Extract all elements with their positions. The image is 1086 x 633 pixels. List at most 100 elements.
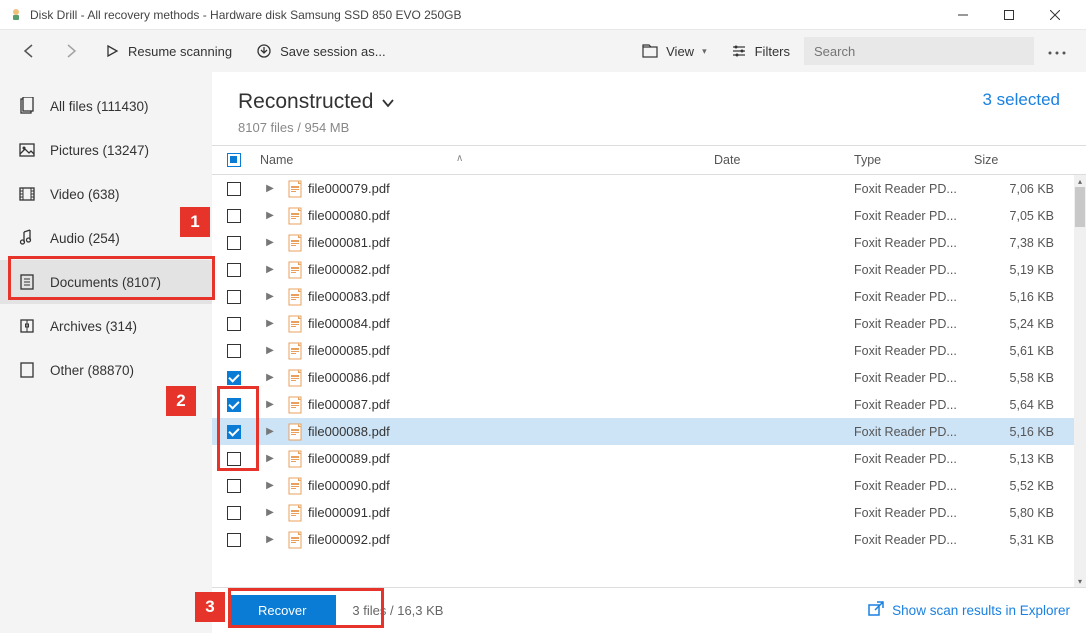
table-row[interactable]: ▶file000087.pdfFoxit Reader PD...5,64 KB [212, 391, 1086, 418]
row-checkbox[interactable] [227, 344, 241, 358]
toolbar: Resume scanning Save session as... View … [0, 30, 1086, 72]
column-type[interactable]: Type [854, 153, 974, 167]
file-size: 5,16 KB [974, 425, 1074, 439]
file-size: 5,61 KB [974, 344, 1074, 358]
scroll-thumb[interactable] [1075, 187, 1085, 227]
more-button[interactable] [1038, 36, 1076, 66]
table-row[interactable]: ▶file000080.pdfFoxit Reader PD...7,05 KB [212, 202, 1086, 229]
row-checkbox[interactable] [227, 425, 241, 439]
file-size: 7,06 KB [974, 182, 1074, 196]
row-checkbox[interactable] [227, 317, 241, 331]
select-all-checkbox[interactable] [227, 153, 241, 167]
search-input[interactable] [804, 37, 1034, 65]
recover-button[interactable]: Recover [228, 595, 336, 626]
scroll-up-icon[interactable]: ▴ [1074, 175, 1086, 187]
file-name: file000084.pdf [308, 316, 714, 331]
row-checkbox[interactable] [227, 209, 241, 223]
pdf-icon [284, 531, 308, 549]
sidebar-item-label: Audio (254) [50, 231, 120, 246]
category-subtitle: 8107 files / 954 MB [238, 120, 983, 135]
expand-icon[interactable]: ▶ [256, 291, 284, 302]
expand-icon[interactable]: ▶ [256, 345, 284, 356]
row-checkbox[interactable] [227, 452, 241, 466]
maximize-button[interactable] [986, 0, 1032, 30]
window-title: Disk Drill - All recovery methods - Hard… [30, 8, 940, 22]
table-row[interactable]: ▶file000086.pdfFoxit Reader PD...5,58 KB [212, 364, 1086, 391]
category-dropdown[interactable]: Reconstructed [238, 90, 983, 114]
table-row[interactable]: ▶file000085.pdfFoxit Reader PD...5,61 KB [212, 337, 1086, 364]
table-row[interactable]: ▶file000090.pdfFoxit Reader PD...5,52 KB [212, 472, 1086, 499]
category-title: Reconstructed [238, 90, 373, 114]
expand-icon[interactable]: ▶ [256, 372, 284, 383]
sidebar-item-label: Video (638) [50, 187, 120, 202]
expand-icon[interactable]: ▶ [256, 534, 284, 545]
selected-count[interactable]: 3 selected [983, 90, 1061, 110]
forward-button[interactable] [52, 36, 90, 66]
table-row[interactable]: ▶file000092.pdfFoxit Reader PD...5,31 KB [212, 526, 1086, 553]
resume-scanning-button[interactable]: Resume scanning [94, 37, 242, 65]
expand-icon[interactable]: ▶ [256, 480, 284, 491]
sidebar-item-pictures[interactable]: Pictures (13247) [0, 128, 212, 172]
row-checkbox[interactable] [227, 290, 241, 304]
sidebar-item-files[interactable]: All files (111430) [0, 84, 212, 128]
pictures-icon [18, 141, 36, 159]
file-type: Foxit Reader PD... [854, 479, 974, 493]
pdf-icon [284, 477, 308, 495]
file-name: file000085.pdf [308, 343, 714, 358]
row-checkbox[interactable] [227, 506, 241, 520]
back-button[interactable] [10, 36, 48, 66]
table-row[interactable]: ▶file000084.pdfFoxit Reader PD...5,24 KB [212, 310, 1086, 337]
table-row[interactable]: ▶file000091.pdfFoxit Reader PD...5,80 KB [212, 499, 1086, 526]
show-in-explorer-link[interactable]: Show scan results in Explorer [868, 601, 1070, 620]
file-type: Foxit Reader PD... [854, 452, 974, 466]
save-session-button[interactable]: Save session as... [246, 37, 396, 65]
expand-icon[interactable]: ▶ [256, 264, 284, 275]
column-size[interactable]: Size [974, 153, 1074, 167]
expand-icon[interactable]: ▶ [256, 453, 284, 464]
file-size: 5,52 KB [974, 479, 1074, 493]
row-checkbox[interactable] [227, 398, 241, 412]
file-name: file000083.pdf [308, 289, 714, 304]
table-row[interactable]: ▶file000089.pdfFoxit Reader PD...5,13 KB [212, 445, 1086, 472]
table-row[interactable]: ▶file000088.pdfFoxit Reader PD...5,16 KB [212, 418, 1086, 445]
documents-icon [18, 273, 36, 291]
row-checkbox[interactable] [227, 263, 241, 277]
row-checkbox[interactable] [227, 533, 241, 547]
row-checkbox[interactable] [227, 479, 241, 493]
close-button[interactable] [1032, 0, 1078, 30]
column-name[interactable]: Name∧ [256, 153, 714, 167]
play-icon [104, 43, 120, 59]
expand-icon[interactable]: ▶ [256, 507, 284, 518]
expand-icon[interactable]: ▶ [256, 210, 284, 221]
table-row[interactable]: ▶file000079.pdfFoxit Reader PD...7,06 KB [212, 175, 1086, 202]
row-checkbox[interactable] [227, 182, 241, 196]
table-row[interactable]: ▶file000083.pdfFoxit Reader PD...5,16 KB [212, 283, 1086, 310]
callout-1: 1 [180, 207, 210, 237]
file-type: Foxit Reader PD... [854, 506, 974, 520]
expand-icon[interactable]: ▶ [256, 426, 284, 437]
table-row[interactable]: ▶file000081.pdfFoxit Reader PD...7,38 KB [212, 229, 1086, 256]
expand-icon[interactable]: ▶ [256, 318, 284, 329]
table-row[interactable]: ▶file000082.pdfFoxit Reader PD...5,19 KB [212, 256, 1086, 283]
show-in-explorer-label: Show scan results in Explorer [892, 603, 1070, 618]
file-type: Foxit Reader PD... [854, 317, 974, 331]
sidebar-item-archives[interactable]: Archives (314) [0, 304, 212, 348]
sidebar-item-documents[interactable]: Documents (8107) [0, 260, 212, 304]
table-header: Name∧ Date Type Size [212, 145, 1086, 175]
row-checkbox[interactable] [227, 236, 241, 250]
view-button[interactable]: View ▾ [632, 37, 716, 65]
column-date[interactable]: Date [714, 153, 854, 167]
file-name: file000080.pdf [308, 208, 714, 223]
files-icon [18, 97, 36, 115]
scroll-down-icon[interactable]: ▾ [1074, 575, 1086, 587]
expand-icon[interactable]: ▶ [256, 237, 284, 248]
minimize-button[interactable] [940, 0, 986, 30]
row-checkbox[interactable] [227, 371, 241, 385]
expand-icon[interactable]: ▶ [256, 183, 284, 194]
filters-button[interactable]: Filters [721, 37, 800, 65]
scrollbar[interactable]: ▴ ▾ [1074, 175, 1086, 587]
pdf-icon [284, 315, 308, 333]
expand-icon[interactable]: ▶ [256, 399, 284, 410]
app-icon [8, 7, 24, 23]
file-name: file000082.pdf [308, 262, 714, 277]
